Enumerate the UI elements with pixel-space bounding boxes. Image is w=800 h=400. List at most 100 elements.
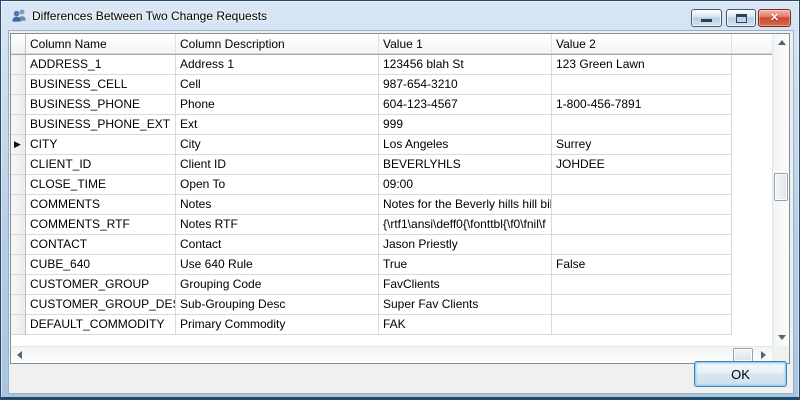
grid-cell[interactable]: BUSINESS_PHONE [26, 95, 176, 115]
row-header[interactable] [11, 75, 26, 95]
grid-cell[interactable]: 123456 blah St [379, 55, 552, 75]
grid-cell[interactable]: BEVERLYHLS [379, 155, 552, 175]
grid-cell[interactable]: Open To [176, 175, 379, 195]
column-header-description[interactable]: Column Description [176, 34, 379, 54]
grid-cell[interactable]: Client ID [176, 155, 379, 175]
titlebar[interactable]: Differences Between Two Change Requests … [1, 1, 799, 30]
maximize-button[interactable] [726, 9, 756, 27]
row-header[interactable] [11, 315, 26, 335]
grid-cell[interactable] [552, 235, 732, 255]
grid-cell[interactable] [552, 75, 732, 95]
table-row: BUSINESS_PHONE_EXTExt999 [11, 115, 772, 135]
vertical-scrollbar[interactable] [772, 34, 789, 346]
grid-cell[interactable]: Surrey [552, 135, 732, 155]
grid-body: ADDRESS_1Address 1123456 blah St123 Gree… [11, 55, 772, 335]
grid-cell[interactable]: DEFAULT_COMMODITY [26, 315, 176, 335]
grid-cell[interactable]: 123 Green Lawn [552, 55, 732, 75]
row-header[interactable] [11, 175, 26, 195]
grid-cell[interactable]: Sub-Grouping Desc [176, 295, 379, 315]
grid-cell[interactable]: Super Fav Clients [379, 295, 552, 315]
row-header[interactable] [11, 275, 26, 295]
minimize-button[interactable] [691, 9, 722, 27]
grid-cell[interactable] [552, 275, 732, 295]
current-row-marker-icon: ▶ [14, 138, 21, 151]
table-row: COMMENTSNotesNotes for the Beverly hills… [11, 195, 772, 215]
row-header[interactable] [11, 215, 26, 235]
row-header[interactable] [11, 55, 26, 75]
grid-cell[interactable]: CLOSE_TIME [26, 175, 176, 195]
grid-cell[interactable]: Notes [176, 195, 379, 215]
scroll-up-icon[interactable] [778, 40, 786, 45]
grid-cell[interactable]: City [176, 135, 379, 155]
grid-cell[interactable]: CLIENT_ID [26, 155, 176, 175]
grid-cell[interactable]: Use 640 Rule [176, 255, 379, 275]
dialog-client-area: Column Name Column Description Value 1 V… [8, 30, 794, 394]
table-row: DEFAULT_COMMODITYPrimary CommodityFAK [11, 315, 772, 335]
window-title: Differences Between Two Change Requests [32, 9, 267, 23]
grid-cell[interactable]: Notes for the Beverly hills hill bill [379, 195, 552, 215]
grid-cell[interactable]: {\rtf1\ansi\deff0{\fonttbl{\f0\fnil\f [379, 215, 552, 235]
grid-cell[interactable]: Cell [176, 75, 379, 95]
grid-cell[interactable]: Address 1 [176, 55, 379, 75]
grid-corner-header[interactable] [11, 34, 26, 54]
ok-button[interactable]: OK [694, 361, 787, 387]
grid-cell[interactable]: CUSTOMER_GROUP_DESC [26, 295, 176, 315]
grid-cell[interactable] [552, 195, 732, 215]
grid-cell[interactable] [552, 115, 732, 135]
row-header[interactable] [11, 235, 26, 255]
grid-cell[interactable]: BUSINESS_PHONE_EXT [26, 115, 176, 135]
row-header[interactable] [11, 295, 26, 315]
grid-cell[interactable]: BUSINESS_CELL [26, 75, 176, 95]
two-users-icon[interactable] [11, 8, 28, 23]
grid-cell[interactable]: CUBE_640 [26, 255, 176, 275]
grid-cell[interactable] [552, 215, 732, 235]
grid-cell[interactable]: Jason Priestly [379, 235, 552, 255]
table-row: ▶ CITYCityLos AngelesSurrey [11, 135, 772, 155]
row-header[interactable] [11, 255, 26, 275]
grid-cell[interactable]: 604-123-4567 [379, 95, 552, 115]
grid-cell[interactable]: COMMENTS [26, 195, 176, 215]
grid-cell[interactable]: JOHDEE [552, 155, 732, 175]
horizontal-scrollbar-thumb[interactable] [733, 348, 753, 362]
vertical-scrollbar-thumb[interactable] [774, 173, 788, 201]
table-row: CUBE_640Use 640 RuleTrueFalse [11, 255, 772, 275]
scroll-right-icon[interactable] [761, 351, 766, 359]
scroll-down-icon[interactable] [778, 335, 786, 340]
grid-cell[interactable]: COMMENTS_RTF [26, 215, 176, 235]
row-header[interactable] [11, 115, 26, 135]
grid-cell[interactable] [552, 175, 732, 195]
grid-cell[interactable]: Phone [176, 95, 379, 115]
grid-cell[interactable]: True [379, 255, 552, 275]
grid-cell[interactable]: Los Angeles [379, 135, 552, 155]
grid-content: Column Name Column Description Value 1 V… [11, 34, 772, 346]
close-button[interactable]: ✕ [758, 9, 791, 27]
grid-cell[interactable]: Primary Commodity [176, 315, 379, 335]
grid-cell[interactable]: CUSTOMER_GROUP [26, 275, 176, 295]
grid-cell[interactable]: Grouping Code [176, 275, 379, 295]
grid-cell[interactable]: CONTACT [26, 235, 176, 255]
grid-cell[interactable]: False [552, 255, 732, 275]
grid-cell[interactable] [552, 295, 732, 315]
grid-cell[interactable]: 1-800-456-7891 [552, 95, 732, 115]
horizontal-scrollbar[interactable] [11, 346, 772, 363]
row-header[interactable]: ▶ [11, 135, 26, 155]
row-header[interactable] [11, 95, 26, 115]
grid-cell[interactable]: FavClients [379, 275, 552, 295]
grid-cell[interactable]: Ext [176, 115, 379, 135]
grid-cell[interactable]: Contact [176, 235, 379, 255]
grid-cell[interactable]: Notes RTF [176, 215, 379, 235]
row-header[interactable] [11, 195, 26, 215]
column-header-value1[interactable]: Value 1 [379, 34, 552, 54]
column-header-name[interactable]: Column Name [26, 34, 176, 54]
table-row: CUSTOMER_GROUPGrouping CodeFavClients [11, 275, 772, 295]
grid-cell[interactable]: 987-654-3210 [379, 75, 552, 95]
column-header-value2[interactable]: Value 2 [552, 34, 732, 54]
grid-cell[interactable]: 999 [379, 115, 552, 135]
grid-cell[interactable]: 09:00 [379, 175, 552, 195]
row-header[interactable] [11, 155, 26, 175]
grid-cell[interactable] [552, 315, 732, 335]
grid-cell[interactable]: CITY [26, 135, 176, 155]
grid-cell[interactable]: ADDRESS_1 [26, 55, 176, 75]
grid-cell[interactable]: FAK [379, 315, 552, 335]
scroll-left-icon[interactable] [17, 351, 22, 359]
